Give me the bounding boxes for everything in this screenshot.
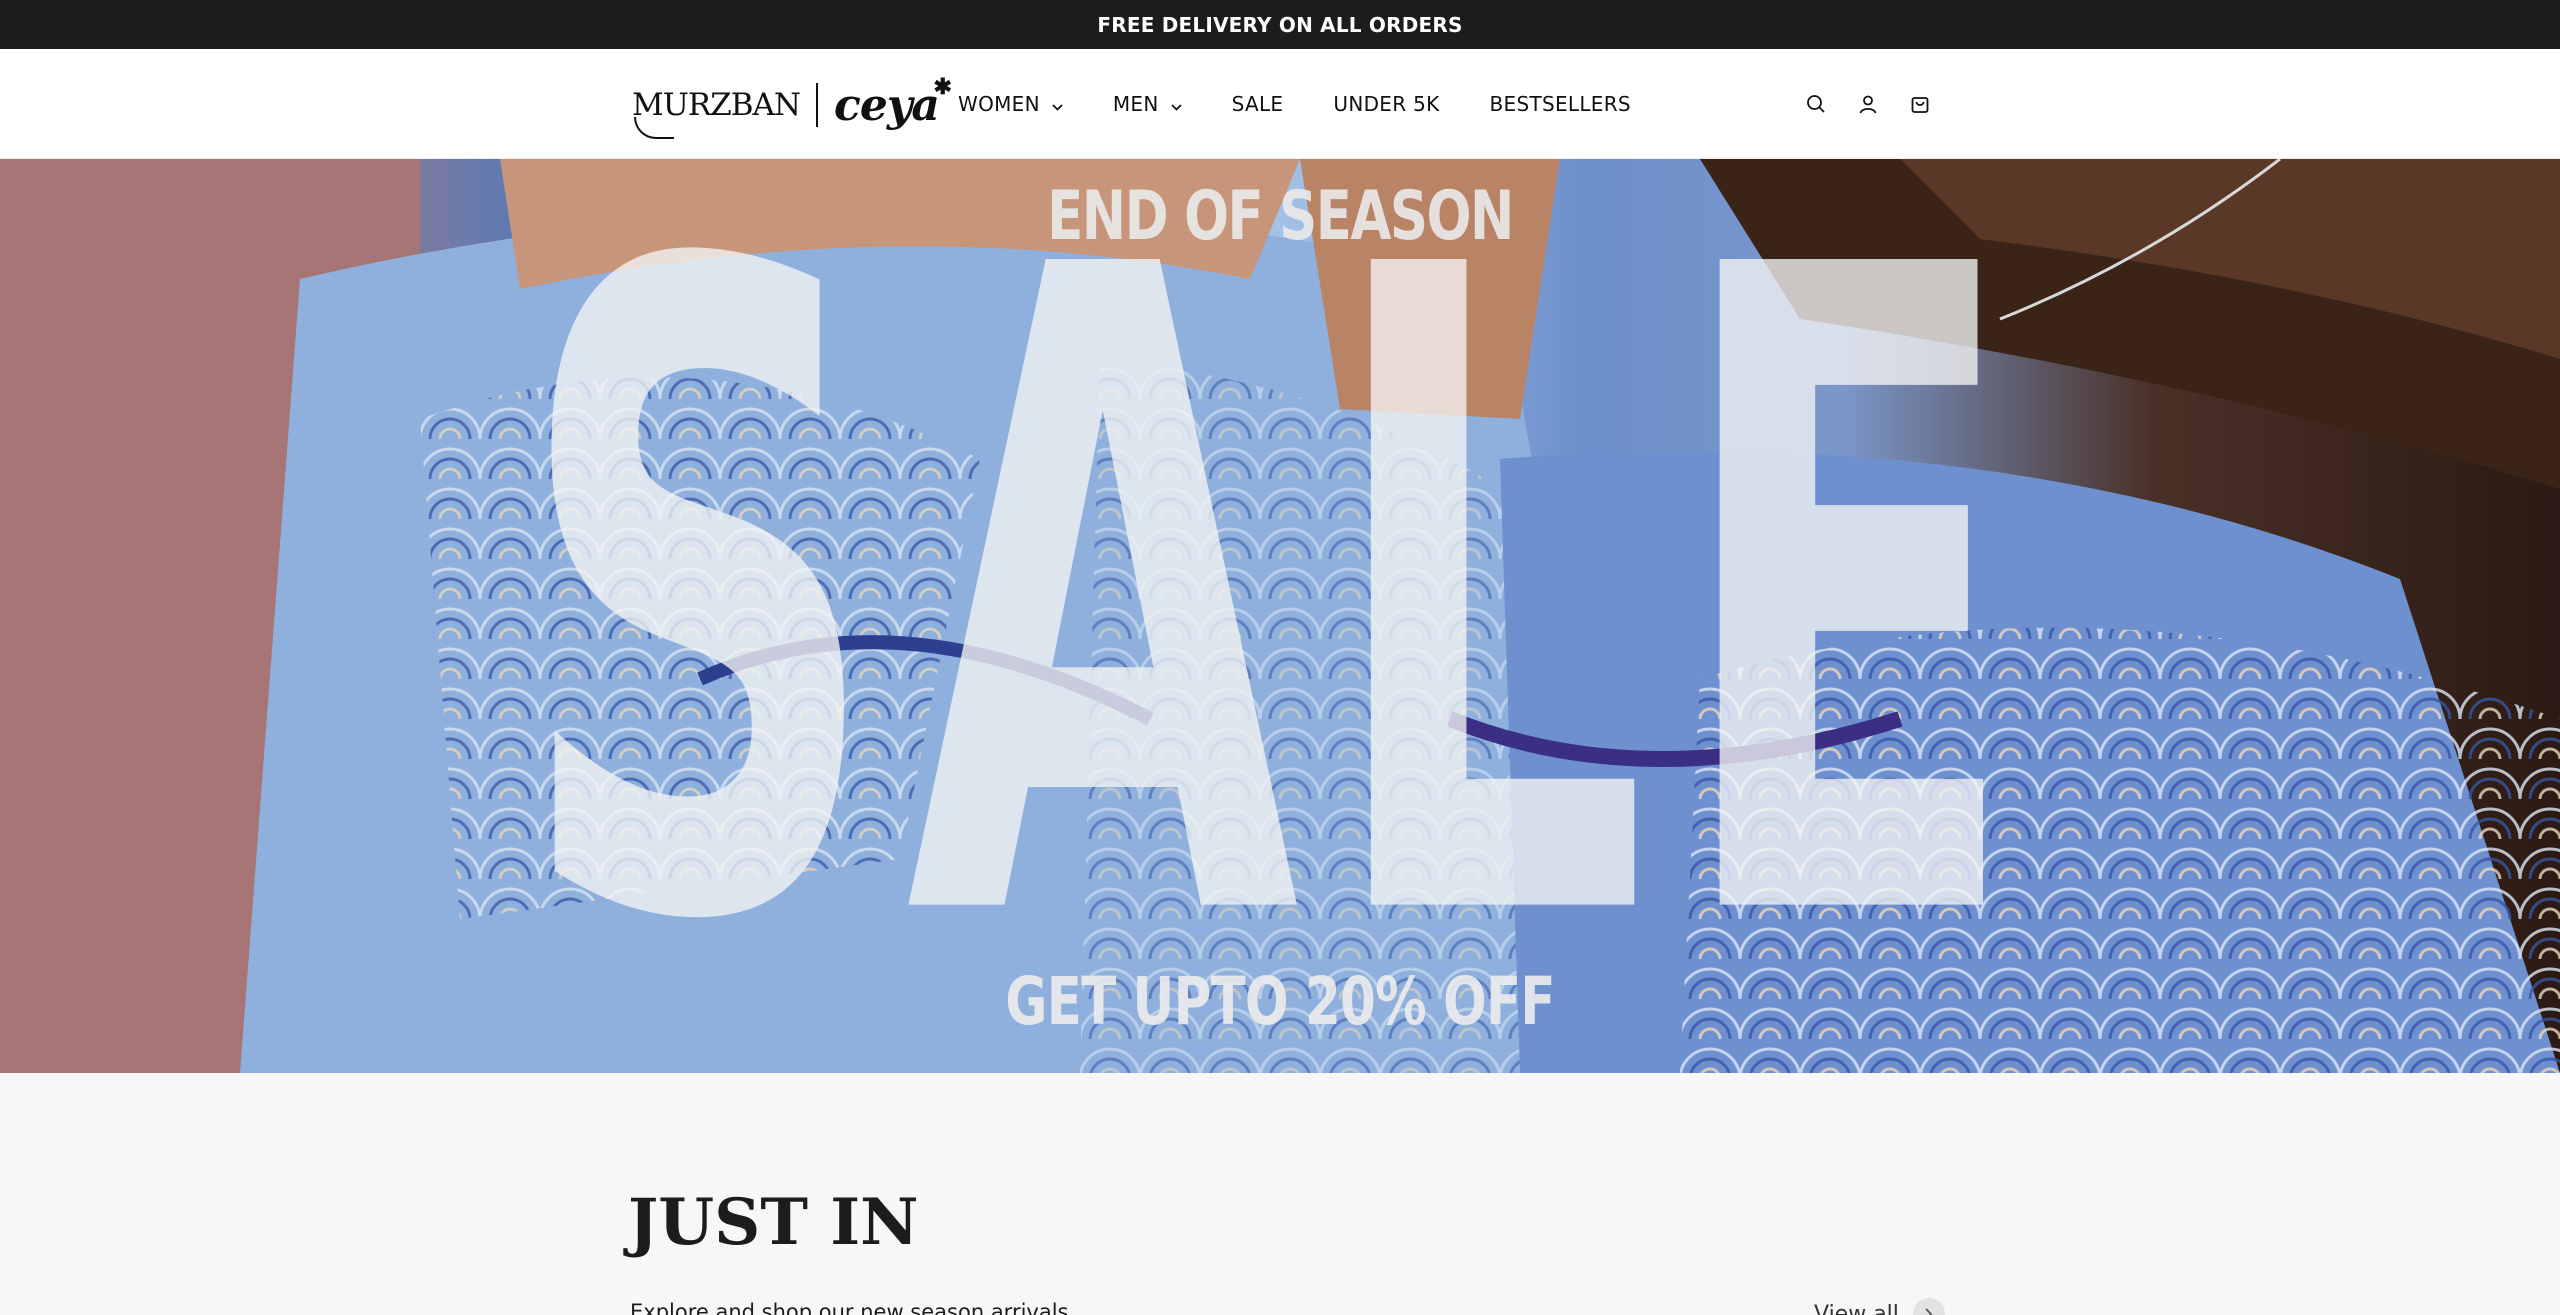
logo-ceya: ceya ✱	[834, 74, 952, 131]
hero-banner[interactable]: END OF SEASON SALE GET UPTO 20% OFF	[0, 159, 2560, 1073]
main-nav: WOMEN MEN SALE UNDER 5K BESTSELLERS	[958, 49, 1681, 159]
section-title: JUST IN	[628, 1185, 919, 1260]
search-icon[interactable]	[1802, 90, 1830, 118]
logo-divider	[816, 83, 819, 127]
view-all-link[interactable]: View all	[1814, 1298, 1945, 1315]
nav-item-label: MEN	[1112, 92, 1159, 116]
announcement-text: FREE DELIVERY ON ALL ORDERS	[1097, 12, 1463, 37]
nav-item-bestsellers[interactable]: BESTSELLERS	[1490, 92, 1631, 116]
site-header: MURZBAN ceya ✱ WOMEN MEN SALE UNDER 5K B…	[0, 49, 2560, 159]
site-logo[interactable]: MURZBAN ceya ✱	[632, 74, 952, 139]
nav-item-label: UNDER 5K	[1333, 92, 1440, 116]
nav-item-label: SALE	[1231, 92, 1284, 116]
chevron-down-icon	[1171, 92, 1182, 116]
header-icons	[1802, 90, 1958, 118]
arrow-right-icon	[1912, 1298, 1945, 1315]
nav-item-label: WOMEN	[958, 92, 1040, 116]
cart-icon[interactable]	[1906, 90, 1934, 118]
view-all-label: View all	[1814, 1301, 1899, 1315]
chevron-down-icon	[1052, 92, 1063, 116]
hero-line-bottom: GET UPTO 20% OFF	[1005, 963, 1555, 1040]
nav-item-men[interactable]: MEN	[1113, 92, 1182, 116]
section-subtitle: Explore and shop our new season arrivals	[630, 1300, 1069, 1315]
logo-ceya-text: ceya	[834, 79, 940, 131]
logo-murzban: MURZBAN	[632, 87, 816, 139]
nav-item-sale[interactable]: SALE	[1232, 92, 1284, 116]
account-icon[interactable]	[1854, 90, 1882, 118]
nav-item-women[interactable]: WOMEN	[958, 92, 1063, 116]
nav-item-label: BESTSELLERS	[1489, 92, 1631, 116]
announcement-bar: FREE DELIVERY ON ALL ORDERS	[0, 0, 2560, 49]
hero-headline: SALE	[514, 159, 2046, 1073]
nav-item-under-5k[interactable]: UNDER 5K	[1333, 92, 1439, 116]
logo-swash	[634, 117, 674, 139]
logo-star-mark: ✱	[933, 73, 951, 100]
